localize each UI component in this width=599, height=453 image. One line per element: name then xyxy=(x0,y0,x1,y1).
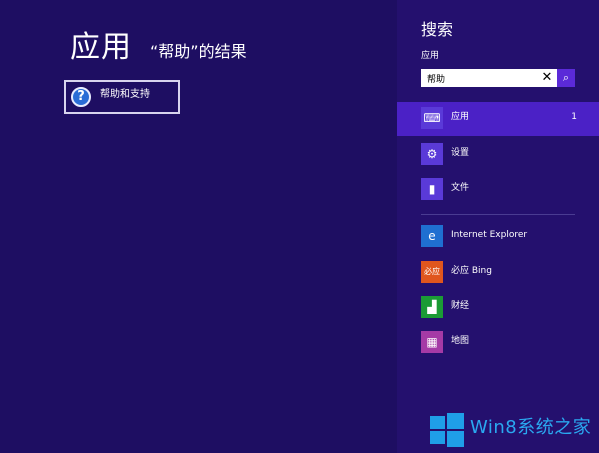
search-icon[interactable]: ⌕ xyxy=(557,69,575,87)
search-input[interactable] xyxy=(421,69,543,87)
app-label: 地图 xyxy=(451,336,470,346)
ie-icon: e xyxy=(421,225,443,247)
filter-item-files[interactable]: ▮ 文件 xyxy=(397,173,599,207)
windows-logo-icon xyxy=(430,413,464,447)
app-item-bing[interactable]: 必应 必应 Bing xyxy=(397,256,599,290)
filter-item-apps[interactable]: ⌨ 应用 1 xyxy=(397,102,599,136)
clear-icon[interactable]: ✕ xyxy=(539,69,555,87)
filter-label: 文件 xyxy=(451,183,470,193)
search-pane: 搜索 应用 ✕ ⌕ ⌨ 应用 1 ⚙ 设置 ▮ 文件 e Internet Ex… xyxy=(397,0,599,453)
result-tile-help-and-support[interactable]: ? 帮助和支持 xyxy=(64,80,180,114)
search-box: ✕ ⌕ xyxy=(421,69,575,87)
filter-item-settings[interactable]: ⚙ 设置 xyxy=(397,138,599,172)
watermark-text: Win8系统之家 xyxy=(470,417,592,438)
app-item-internet-explorer[interactable]: e Internet Explorer xyxy=(397,220,599,254)
filter-label: 设置 xyxy=(451,148,470,158)
gear-icon: ⚙ xyxy=(421,143,443,165)
app-label: 财经 xyxy=(451,301,470,311)
search-pane-title: 搜索 xyxy=(421,20,454,39)
result-label: 帮助和支持 xyxy=(100,89,150,100)
filter-count: 1 xyxy=(571,112,577,122)
filter-label: 应用 xyxy=(451,112,470,122)
help-icon: ? xyxy=(71,87,91,107)
watermark: Win8系统之家 xyxy=(430,411,594,447)
results-title: 应用 xyxy=(70,30,132,65)
app-label: Internet Explorer xyxy=(451,230,528,240)
keyboard-icon: ⌨ xyxy=(421,107,443,129)
app-item-maps[interactable]: ▦ 地图 xyxy=(397,326,599,360)
finance-icon: ▟ xyxy=(421,296,443,318)
divider xyxy=(421,214,575,215)
bing-icon: 必应 xyxy=(421,261,443,283)
map-icon: ▦ xyxy=(421,331,443,353)
search-scope-label: 应用 xyxy=(421,51,440,61)
document-icon: ▮ xyxy=(421,178,443,200)
results-subtitle: “帮助”的结果 xyxy=(150,42,247,61)
search-results-area: 应用 “帮助”的结果 ? 帮助和支持 xyxy=(0,0,397,453)
app-label: 必应 Bing xyxy=(451,266,492,276)
app-item-finance[interactable]: ▟ 财经 xyxy=(397,291,599,325)
